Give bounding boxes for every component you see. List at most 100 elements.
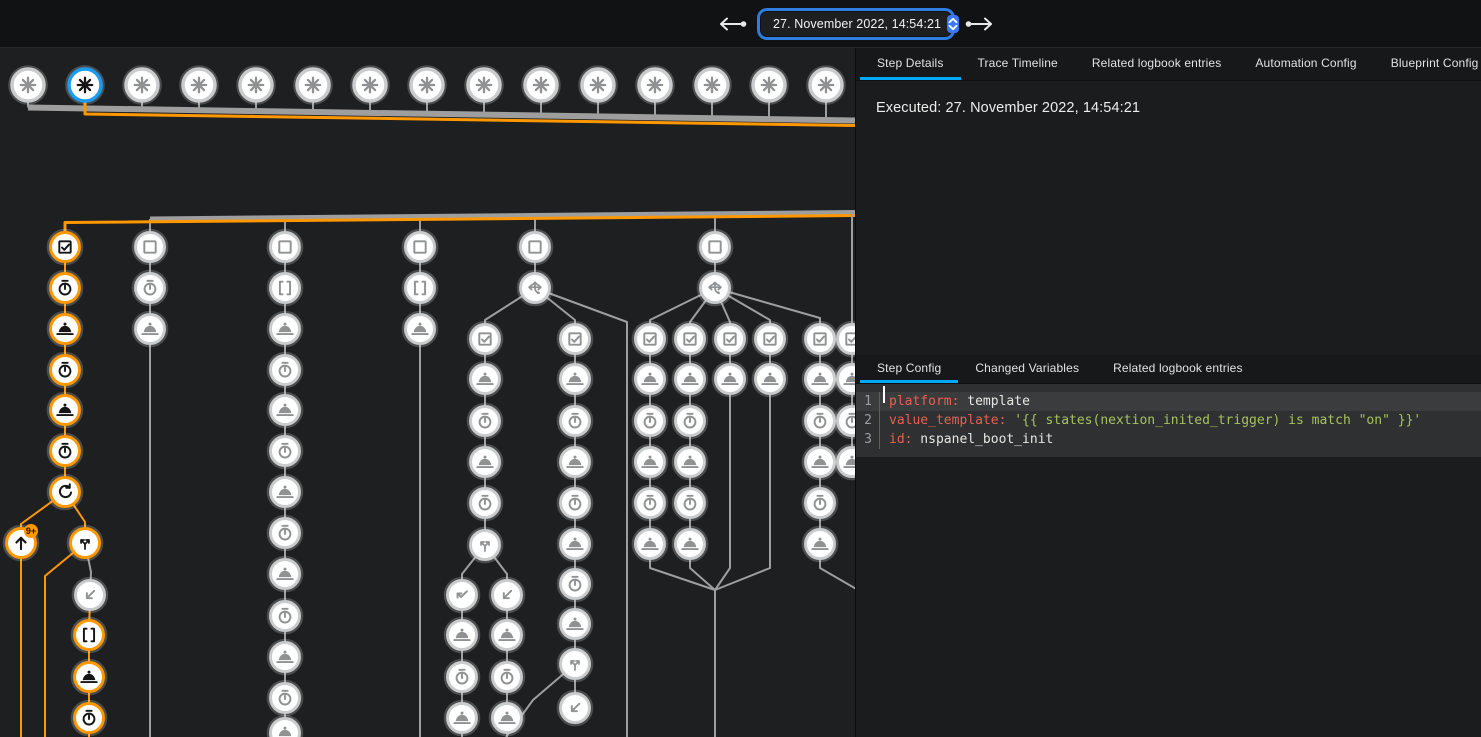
tab-step-config[interactable]: Step Config	[860, 355, 958, 383]
graph-node-timer[interactable]	[48, 271, 82, 305]
graph-node-service[interactable]	[633, 445, 667, 479]
graph-node-checkbox-marked[interactable]	[558, 322, 592, 356]
graph-node-service[interactable]	[835, 362, 855, 396]
graph-node-split[interactable]	[468, 528, 502, 562]
tab-related-logbook-entries[interactable]: Related logbook entries	[1075, 48, 1239, 80]
graph-node-timer[interactable]	[558, 486, 592, 520]
graph-node-service[interactable]	[133, 312, 167, 346]
graph-node-service[interactable]	[713, 362, 747, 396]
graph-node-asterisk[interactable]	[66, 66, 103, 103]
graph-node-checkbox-blank[interactable]	[268, 230, 302, 264]
graph-node-service[interactable]	[673, 527, 707, 561]
graph-node-checkbox-marked[interactable]	[48, 230, 82, 264]
graph-node-checkbox-marked[interactable]	[803, 322, 837, 356]
graph-node-service[interactable]	[403, 312, 437, 346]
graph-node-timer[interactable]	[268, 599, 302, 633]
graph-node-service[interactable]	[468, 445, 502, 479]
graph-node-service[interactable]	[490, 618, 524, 652]
graph-node-timer[interactable]	[490, 660, 524, 694]
graph-node-service[interactable]	[268, 312, 302, 346]
tab-step-details[interactable]: Step Details	[860, 48, 961, 80]
graph-node-choose[interactable]	[698, 271, 732, 305]
graph-node-timer[interactable]	[72, 701, 106, 735]
graph-node-checkbox-marked[interactable]	[468, 322, 502, 356]
graph-node-asterisk[interactable]	[180, 66, 217, 103]
graph-node-timer[interactable]	[468, 486, 502, 520]
graph-node-service[interactable]	[490, 701, 524, 735]
graph-node-brackets[interactable]	[403, 271, 437, 305]
trace-timestamp-select[interactable]: 27. November 2022, 14:54:21	[760, 11, 952, 37]
graph-node-checkbox-blank[interactable]	[698, 230, 732, 264]
graph-node-service[interactable]	[48, 393, 82, 427]
graph-node-service[interactable]	[445, 618, 479, 652]
graph-node-timer[interactable]	[633, 486, 667, 520]
graph-node-asterisk[interactable]	[636, 66, 673, 103]
graph-node-service[interactable]	[468, 362, 502, 396]
graph-node-timer[interactable]	[445, 660, 479, 694]
graph-node-service[interactable]	[268, 716, 302, 737]
graph-node-service[interactable]	[268, 640, 302, 674]
graph-node-choose[interactable]	[518, 271, 552, 305]
graph-node-check-arrow[interactable]	[445, 578, 479, 612]
graph-node-asterisk[interactable]	[9, 66, 46, 103]
graph-node-timer[interactable]	[268, 516, 302, 550]
previous-trace-button[interactable]	[718, 14, 748, 34]
graph-node-checkbox-blank[interactable]	[403, 230, 437, 264]
graph-node-brackets[interactable]	[72, 618, 106, 652]
graph-node-service[interactable]	[633, 527, 667, 561]
graph-node-service[interactable]	[268, 475, 302, 509]
graph-node-service[interactable]	[558, 527, 592, 561]
graph-node-timer[interactable]	[558, 404, 592, 438]
graph-node-service[interactable]	[48, 312, 82, 346]
graph-node-split[interactable]	[68, 526, 102, 560]
graph-node-asterisk[interactable]	[408, 66, 445, 103]
graph-node-service[interactable]	[803, 445, 837, 479]
tab-blueprint-config[interactable]: Blueprint Config	[1374, 48, 1481, 80]
graph-node-timer[interactable]	[558, 567, 592, 601]
graph-node-checkbox-blank[interactable]	[133, 230, 167, 264]
tab-related-logbook-entries[interactable]: Related logbook entries	[1096, 355, 1260, 383]
graph-node-arrow-bottom-left[interactable]	[490, 578, 524, 612]
graph-node-asterisk[interactable]	[522, 66, 559, 103]
graph-node-checkbox-marked[interactable]	[835, 322, 855, 356]
graph-node-timer[interactable]	[803, 486, 837, 520]
graph-node-timer[interactable]	[133, 271, 167, 305]
graph-node-service[interactable]	[72, 660, 106, 694]
graph-node-asterisk[interactable]	[123, 66, 160, 103]
graph-node-service[interactable]	[673, 445, 707, 479]
graph-node-arrow-bottom-left[interactable]	[73, 578, 107, 612]
graph-node-asterisk[interactable]	[351, 66, 388, 103]
graph-node-checkbox-marked[interactable]	[713, 322, 747, 356]
graph-node-asterisk[interactable]	[693, 66, 730, 103]
graph-node-service[interactable]	[558, 362, 592, 396]
graph-node-refresh[interactable]	[48, 475, 82, 509]
graph-node-timer[interactable]	[803, 404, 837, 438]
graph-node-asterisk[interactable]	[807, 66, 844, 103]
graph-node-service[interactable]	[673, 362, 707, 396]
graph-node-timer[interactable]	[673, 486, 707, 520]
graph-node-timer[interactable]	[673, 404, 707, 438]
graph-node-timer[interactable]	[48, 353, 82, 387]
graph-node-service[interactable]	[633, 362, 667, 396]
graph-node-service[interactable]	[268, 557, 302, 591]
graph-node-checkbox-marked[interactable]	[633, 322, 667, 356]
graph-node-timer[interactable]	[268, 681, 302, 715]
graph-node-brackets[interactable]	[268, 271, 302, 305]
graph-node-service[interactable]	[803, 362, 837, 396]
graph-node-service[interactable]	[445, 701, 479, 735]
graph-node-asterisk[interactable]	[465, 66, 502, 103]
next-trace-button[interactable]	[964, 14, 994, 34]
graph-node-asterisk[interactable]	[237, 66, 274, 103]
graph-node-timer[interactable]	[268, 353, 302, 387]
graph-node-service[interactable]	[558, 607, 592, 641]
tab-trace-timeline[interactable]: Trace Timeline	[961, 48, 1075, 80]
graph-node-timer[interactable]	[468, 404, 502, 438]
graph-node-service[interactable]	[558, 445, 592, 479]
graph-node-service[interactable]	[753, 362, 787, 396]
graph-node-asterisk[interactable]	[750, 66, 787, 103]
graph-node-asterisk[interactable]	[294, 66, 331, 103]
graph-node-service[interactable]	[268, 393, 302, 427]
graph-node-checkbox-marked[interactable]	[673, 322, 707, 356]
graph-node-arrow-bottom-left[interactable]	[558, 691, 592, 725]
graph-node-timer[interactable]	[835, 404, 855, 438]
